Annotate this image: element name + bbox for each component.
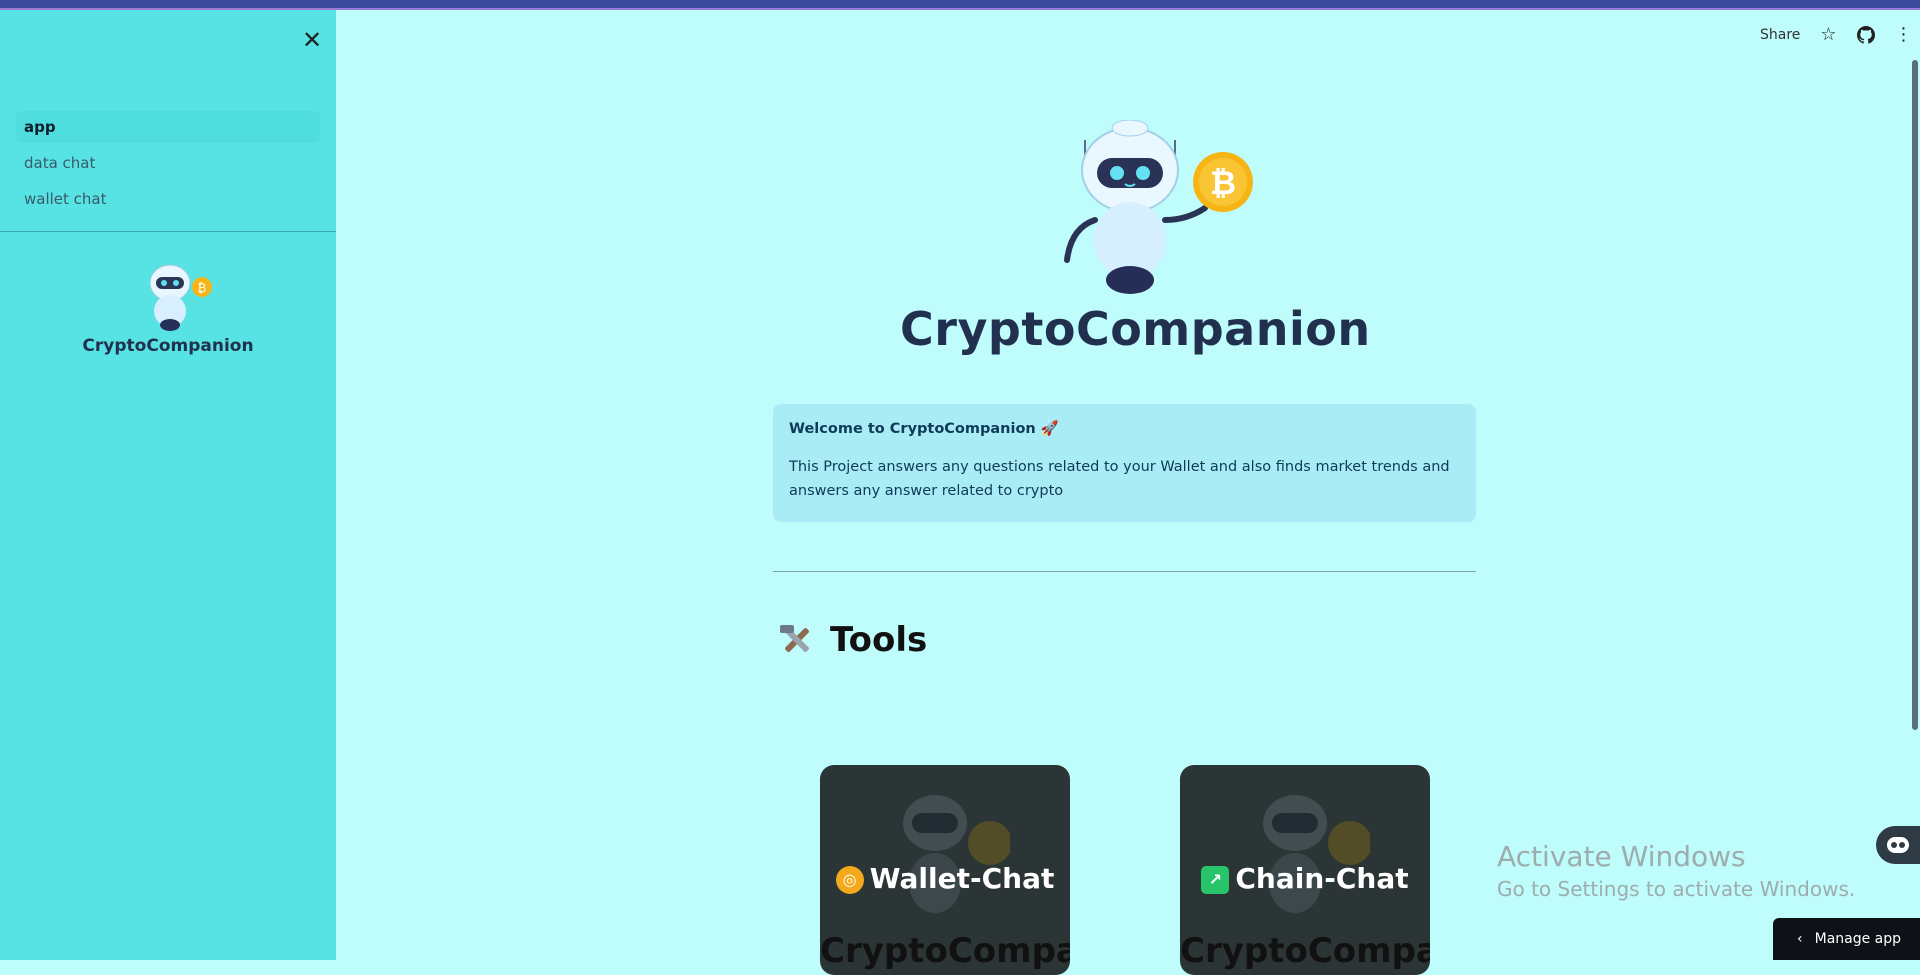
assistant-bot-icon [1887,837,1909,853]
card-robot-icon [903,795,1010,913]
browser-top-bar [0,0,1920,10]
sidebar-item-app[interactable]: app [16,111,320,143]
svg-text:₿: ₿ [198,281,207,295]
card-ghost-text: CryptoCompanion [1180,931,1430,971]
share-button[interactable]: Share [1760,27,1800,43]
chart-icon: ↗ [1201,866,1230,894]
app-header: Share ☆ ⋮ [1760,24,1913,45]
tools-heading: Tools [778,620,927,660]
scrollbar[interactable] [1912,60,1918,730]
wallet-chat-label: ◎ Wallet-Chat [820,862,1070,895]
svg-text:₿: ₿ [1210,164,1236,202]
robot-logo-icon: ₿ [149,264,212,331]
windows-activation-watermark: Activate Windows Go to Settings to activ… [1497,840,1855,901]
tools-icon [780,625,809,652]
sidebar-logo-text: CryptoCompanion [82,336,254,356]
welcome-info-box: Welcome to CryptoCompanion 🚀 This Projec… [773,404,1476,522]
robot-hero-icon: ₿ [1064,120,1253,294]
section-divider [773,571,1476,572]
tools-heading-text: Tools [830,620,928,660]
star-icon[interactable]: ☆ [1820,24,1836,45]
card-robot-icon [1263,795,1370,913]
manage-app-button[interactable]: ‹ Manage app [1773,918,1920,960]
watermark-line1: Activate Windows [1497,840,1746,873]
github-icon[interactable] [1856,25,1875,44]
sidebar-item-wallet-chat[interactable]: wallet chat [16,183,320,215]
watermark-line2: Go to Settings to activate Windows. [1497,877,1856,901]
page-title: CryptoCompanion [900,302,1371,356]
assistant-button[interactable] [1876,826,1920,864]
close-sidebar-button[interactable]: ✕ [298,26,326,54]
sidebar-divider [0,231,336,232]
chain-chat-card[interactable]: CryptoCompanion ↗Chain-Chat [1180,765,1430,975]
manage-app-label: Manage app [1814,931,1902,947]
info-body: This Project answers any questions relat… [789,459,1450,499]
close-icon: ✕ [301,26,323,54]
info-title: Welcome to CryptoCompanion 🚀 [789,421,1059,437]
chain-chat-label: ↗ Chain-Chat [1180,862,1430,895]
sidebar-item-data-chat[interactable]: data chat [16,147,320,179]
more-vertical-icon[interactable]: ⋮ [1895,24,1913,45]
card-ghost-text: CryptoCompanion [820,931,1070,971]
coin-icon: ◎ [835,866,864,894]
wallet-chat-card[interactable]: CryptoCompanion ◎Wallet-Chat [820,765,1070,975]
sidebar: ✕ app data chat wallet chat ₿ CryptoComp… [0,10,336,960]
sidebar-nav: app data chat wallet chat [16,111,320,219]
chevron-left-icon: ‹ [1797,931,1803,947]
